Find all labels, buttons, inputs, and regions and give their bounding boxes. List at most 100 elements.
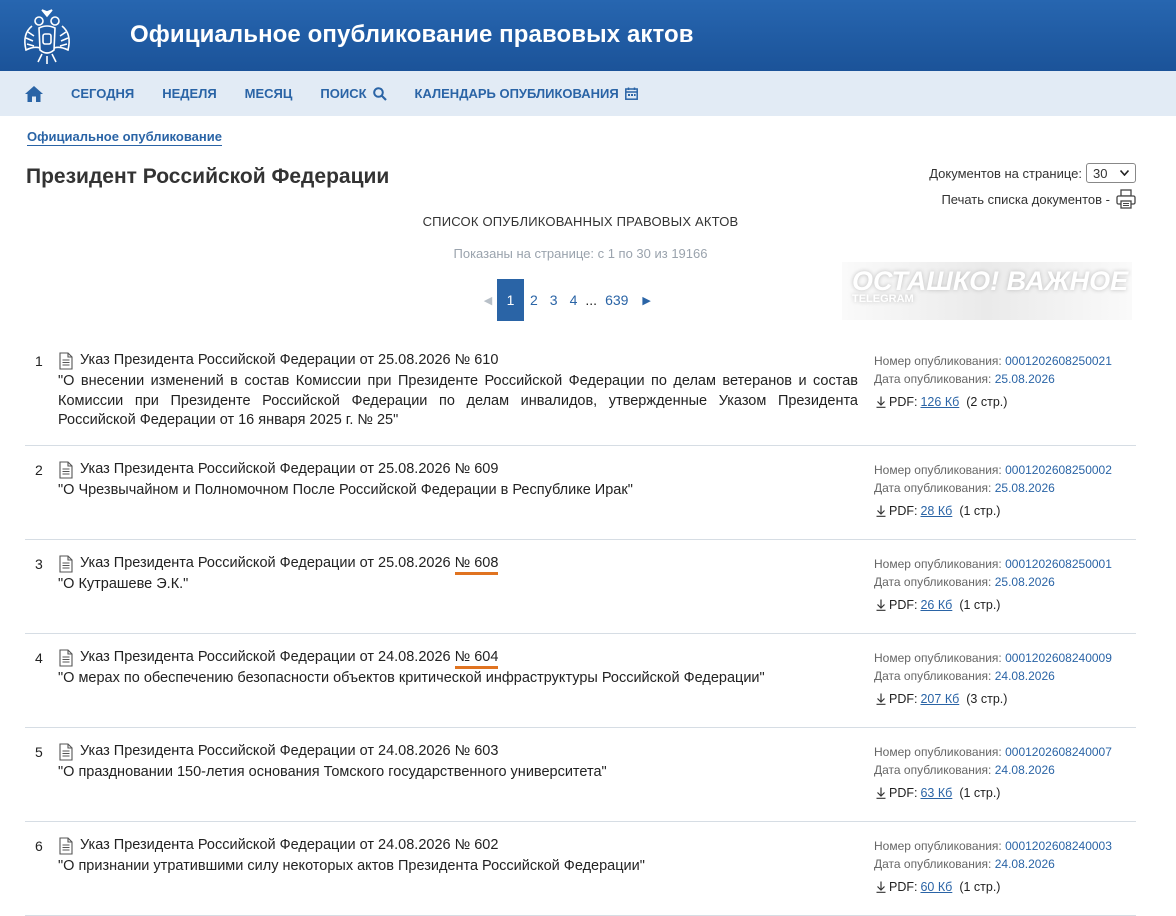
pdf-download: PDF: 207 Кб (3 стр.) [876, 692, 1007, 706]
doc-number-highlighted: № 608 [454, 555, 499, 575]
document-row: 2 Указ Президента Российской Федерации о… [25, 446, 1136, 540]
pdf-download: PDF: 28 Кб (1 стр.) [876, 504, 1000, 518]
doc-title: Указ Президента Российской Федерации от … [80, 461, 451, 477]
doc-title-link[interactable]: Указ Президента Российской Федерации от … [80, 837, 498, 853]
home-icon[interactable] [25, 85, 43, 103]
pdf-label: PDF: [889, 692, 918, 706]
list-heading: СПИСОК ОПУБЛИКОВАННЫХ ПРАВОВЫХ АКТОВ [422, 214, 739, 229]
pdf-pages: (1 стр.) [959, 786, 1001, 800]
breadcrumb-link[interactable]: Официальное опубликование [27, 129, 222, 146]
pdf-link[interactable]: 63 Кб [920, 786, 952, 800]
doc-title-link[interactable]: Указ Президента Российской Федерации от … [80, 649, 499, 669]
doc-index: 6 [35, 838, 43, 854]
pub-num-value[interactable]: 0001202608250001 [1005, 557, 1112, 571]
nav-calendar[interactable]: КАЛЕНДАРЬ ОПУБЛИКОВАНИЯ [415, 86, 638, 101]
site-header: Официальное опубликование правовых актов [0, 0, 1176, 71]
download-icon [876, 505, 886, 517]
doc-meta: Номер опубликования: 0001202608240009 Да… [874, 649, 1112, 685]
nav-search[interactable]: ПОИСК [320, 86, 387, 101]
doc-description: "О праздновании 150-летия основания Томс… [58, 764, 607, 780]
pdf-label: PDF: [889, 786, 918, 800]
next-page-icon[interactable]: ▶ [642, 294, 650, 307]
pub-num-value[interactable]: 0001202608240007 [1005, 745, 1112, 759]
pub-num-label: Номер опубликования: [874, 557, 1002, 571]
pdf-link[interactable]: 26 Кб [920, 598, 952, 612]
doc-title-link[interactable]: Указ Президента Российской Федерации от … [80, 352, 498, 368]
doc-title: Указ Президента Российской Федерации от … [80, 649, 451, 665]
doc-index: 2 [35, 462, 43, 478]
doc-number: № 602 [454, 837, 499, 853]
calendar-icon [624, 87, 638, 100]
coat-of-arms-logo[interactable] [20, 6, 74, 66]
doc-index: 1 [35, 353, 43, 369]
per-page-select[interactable]: 30 [1086, 163, 1136, 183]
document-row: 4 Указ Президента Российской Федерации о… [25, 634, 1136, 728]
document-row: 1 Указ Президента Российской Федерации о… [25, 337, 1136, 446]
nav-week[interactable]: НЕДЕЛЯ [162, 86, 216, 101]
page-link[interactable]: 2 [524, 292, 544, 308]
doc-title-link[interactable]: Указ Президента Российской Федерации от … [80, 461, 498, 477]
pdf-link[interactable]: 28 Кб [920, 504, 952, 518]
pdf-label: PDF: [889, 395, 918, 409]
pub-num-value[interactable]: 0001202608250002 [1005, 463, 1112, 477]
pdf-pages: (1 стр.) [959, 880, 1001, 894]
doc-meta: Номер опубликования: 0001202608250002 Да… [874, 461, 1112, 497]
print-list[interactable]: Печать списка документов - [941, 189, 1136, 209]
doc-title-link[interactable]: Указ Президента Российской Федерации от … [80, 743, 498, 759]
download-icon [876, 881, 886, 893]
document-row: 5 Указ Президента Российской Федерации о… [25, 728, 1136, 822]
pub-date-label: Дата опубликования: [874, 575, 992, 589]
pub-date-label: Дата опубликования: [874, 372, 992, 386]
page-ellipsis: ... [585, 292, 598, 308]
doc-description: "О внесении изменений в состав Комиссии … [58, 373, 858, 428]
pdf-pages: (1 стр.) [959, 504, 1001, 518]
per-page-label: Документов на странице: [929, 165, 1082, 181]
doc-number: № 610 [454, 352, 499, 368]
page-last[interactable]: 639 [599, 292, 634, 308]
pdf-link[interactable]: 207 Кб [920, 692, 959, 706]
printer-icon[interactable] [1116, 189, 1136, 209]
document-icon [59, 743, 73, 761]
nav-search-label: ПОИСК [320, 86, 367, 101]
page-link[interactable]: 4 [564, 292, 584, 308]
page-current[interactable]: 1 [497, 279, 524, 321]
main-nav: СЕГОДНЯ НЕДЕЛЯ МЕСЯЦ ПОИСК КАЛЕНДАРЬ ОПУ… [0, 71, 1176, 116]
shown-range: Показаны на странице: с 1 по 30 из 19166 [453, 246, 708, 261]
doc-title: Указ Президента Российской Федерации от … [80, 837, 451, 853]
pub-num-label: Номер опубликования: [874, 354, 1002, 368]
pdf-download: PDF: 60 Кб (1 стр.) [876, 880, 1000, 894]
pub-num-value[interactable]: 0001202608240009 [1005, 651, 1112, 665]
pub-date-value: 25.08.2026 [994, 372, 1055, 386]
nav-today[interactable]: СЕГОДНЯ [71, 86, 134, 101]
document-icon [59, 352, 73, 370]
pub-date-label: Дата опубликования: [874, 763, 992, 777]
document-icon [59, 837, 73, 855]
doc-meta: Номер опубликования: 0001202608250001 Да… [874, 555, 1112, 591]
pub-num-value[interactable]: 0001202608240003 [1005, 839, 1112, 853]
page-link[interactable]: 3 [544, 292, 564, 308]
document-icon [59, 555, 73, 573]
pub-date-value: 24.08.2026 [994, 763, 1055, 777]
pdf-download: PDF: 126 Кб (2 стр.) [876, 395, 1007, 409]
pub-num-label: Номер опубликования: [874, 745, 1002, 759]
document-row: 6 Указ Президента Российской Федерации о… [25, 822, 1136, 916]
pub-num-label: Номер опубликования: [874, 839, 1002, 853]
nav-month[interactable]: МЕСЯЦ [245, 86, 293, 101]
download-icon [876, 599, 886, 611]
pub-num-label: Номер опубликования: [874, 651, 1002, 665]
nav-today-label: СЕГОДНЯ [71, 86, 135, 101]
document-row: 3 Указ Президента Российской Федерации о… [25, 540, 1136, 634]
pdf-link[interactable]: 126 Кб [920, 395, 959, 409]
nav-week-label: НЕДЕЛЯ [162, 86, 217, 101]
pub-date-label: Дата опубликования: [874, 857, 992, 871]
pub-num-value[interactable]: 0001202608250021 [1005, 354, 1112, 368]
page-title: Президент Российской Федерации [26, 165, 390, 188]
prev-page-icon: ◀ [483, 294, 493, 307]
pdf-link[interactable]: 60 Кб [920, 880, 952, 894]
per-page-value: 30 [1093, 165, 1108, 181]
pdf-label: PDF: [889, 880, 918, 894]
nav-month-label: МЕСЯЦ [244, 86, 293, 101]
pdf-label: PDF: [889, 504, 918, 518]
documents-list: 1 Указ Президента Российской Федерации о… [0, 337, 1176, 916]
doc-title-link[interactable]: Указ Президента Российской Федерации от … [80, 555, 499, 575]
